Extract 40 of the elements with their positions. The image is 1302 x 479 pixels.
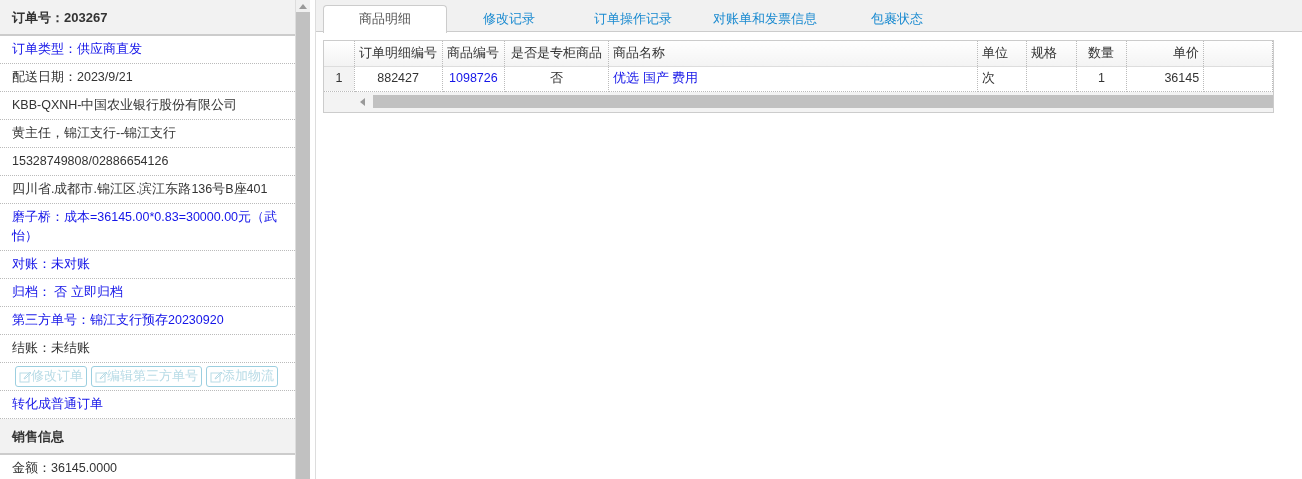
column-header: 商品名称 bbox=[608, 41, 978, 66]
scrollbar-thumb[interactable] bbox=[296, 12, 310, 479]
column-header: 是否是专柜商品 bbox=[504, 41, 609, 66]
info-text: 黄主任，锦江支行--锦江支行 bbox=[0, 120, 295, 148]
info-link[interactable]: 磨子桥：成本=36145.00*0.83=30000.00元（武怡） bbox=[0, 204, 295, 251]
tab[interactable]: 商品明细 bbox=[323, 5, 447, 33]
column-header: 单位 bbox=[977, 41, 1027, 66]
cell-link[interactable]: 优选 国产 费用 bbox=[613, 71, 699, 86]
tab[interactable]: 订单操作记录 bbox=[571, 5, 695, 32]
column-header: 规格 bbox=[1026, 41, 1077, 66]
info-link[interactable]: 第三方单号：锦江支行预存20230920 bbox=[0, 307, 295, 335]
panel-title: 销售信息 bbox=[0, 419, 295, 455]
tab[interactable]: 包裹状态 bbox=[835, 5, 959, 32]
scrollbar-thumb[interactable] bbox=[373, 95, 1273, 108]
info-text: 金额：36145.0000 bbox=[0, 455, 295, 479]
column-header: 单价 bbox=[1126, 41, 1204, 66]
info-link[interactable]: 归档： 否 立即归档 bbox=[0, 279, 295, 307]
info-text: KBB-QXNH-中国农业银行股份有限公司 bbox=[0, 92, 295, 120]
column-header: 订单明细编号 bbox=[354, 41, 443, 66]
pencil-icon bbox=[95, 370, 107, 383]
table-cell: 否 bbox=[550, 71, 564, 86]
panel-title: 订单号：203267 bbox=[0, 0, 295, 36]
pencil-icon bbox=[19, 370, 31, 383]
info-text: 15328749808/02886654126 bbox=[0, 148, 295, 176]
info-text: 四川省.成都市.锦江区.滨江东路136号B座401 bbox=[0, 176, 295, 204]
scroll-left-arrow[interactable] bbox=[360, 97, 365, 106]
cell-link[interactable]: 1098726 bbox=[449, 71, 498, 86]
info-text: 结账：未结账 bbox=[0, 335, 295, 363]
info-link[interactable]: 对账：未对账 bbox=[0, 251, 295, 279]
table-cell: 882427 bbox=[377, 71, 419, 86]
info-link[interactable]: 订单类型：供应商直发 bbox=[0, 36, 295, 64]
tab[interactable]: 对账单和发票信息 bbox=[695, 5, 835, 32]
info-text: 配送日期：2023/9/21 bbox=[0, 64, 295, 92]
pencil-icon bbox=[210, 370, 222, 383]
column-header: 数量 bbox=[1076, 41, 1127, 66]
column-header: 商品编号 bbox=[442, 41, 505, 66]
table-cell: 36145 bbox=[1164, 71, 1200, 86]
row-number: 1 bbox=[324, 66, 355, 91]
table-cell: 次 bbox=[981, 71, 995, 86]
table-cell: 1 bbox=[1097, 71, 1105, 86]
